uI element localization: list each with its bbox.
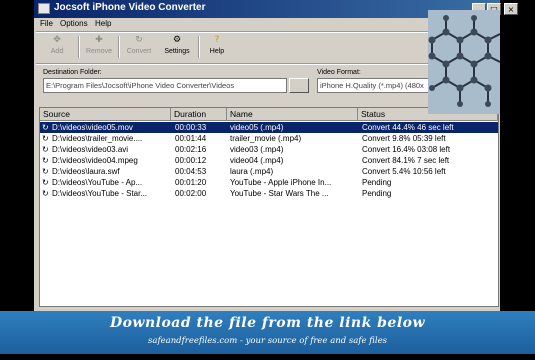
row-source: D:\videos\video03.avi bbox=[52, 145, 129, 154]
row-source: D:\videos\trailer_movie.... bbox=[52, 134, 143, 143]
row-duration: 00:01:44 bbox=[175, 134, 207, 143]
remove-icon: ✚ bbox=[95, 35, 103, 45]
column-header-source[interactable]: Source bbox=[40, 108, 171, 121]
convert-button[interactable]: ↻ Convert bbox=[120, 34, 158, 60]
video-file-icon: ↻ bbox=[42, 178, 49, 187]
close-icon[interactable]: × bbox=[504, 3, 518, 15]
menu-help[interactable]: Help bbox=[95, 19, 111, 28]
file-list: Source Duration Name Status ↻ D:\videos\… bbox=[39, 107, 499, 307]
row-duration: 00:01:20 bbox=[175, 178, 207, 187]
browse-button[interactable] bbox=[289, 78, 309, 93]
row-name: trailer_movie (.mp4) bbox=[230, 134, 302, 143]
row-duration: 00:00:33 bbox=[175, 123, 207, 132]
row-name: video04 (.mp4) bbox=[230, 156, 284, 165]
row-name: YouTube - Star Wars The ... bbox=[230, 189, 329, 198]
column-header-duration[interactable]: Duration bbox=[171, 108, 227, 121]
row-duration: 00:02:16 bbox=[175, 145, 207, 154]
row-source: D:\videos\video05.mov bbox=[52, 123, 133, 132]
row-name: laura (.mp4) bbox=[230, 167, 274, 176]
download-banner: Download the file from the link below sa… bbox=[0, 311, 535, 354]
settings-icon: ⚙ bbox=[172, 35, 182, 45]
add-icon: ✥ bbox=[53, 35, 61, 45]
table-row[interactable]: ↻ D:\videos\YouTube - Star... 00:02:00 Y… bbox=[40, 188, 498, 199]
video-format-label: Video Format: bbox=[317, 69, 361, 76]
convert-icon: ↻ bbox=[135, 35, 143, 45]
table-row[interactable]: ↻ D:\videos\laura.swf 00:04:53 laura (.m… bbox=[40, 166, 498, 177]
row-duration: 00:02:00 bbox=[175, 189, 207, 198]
window-title: Jocsoft iPhone Video Converter bbox=[54, 2, 206, 13]
toolbar: ✥ Add ✚ Remove ↻ Convert ⚙ Settings ? He… bbox=[38, 32, 438, 62]
table-row[interactable]: ↻ D:\videos\trailer_movie.... 00:01:44 t… bbox=[40, 133, 498, 144]
row-name: video03 (.mp4) bbox=[230, 145, 284, 154]
menu-bar: File Options Help bbox=[34, 18, 434, 32]
row-name: YouTube - Apple iPhone In... bbox=[230, 178, 332, 187]
table-row[interactable]: ↻ D:\videos\YouTube - Ap... 00:01:20 You… bbox=[40, 177, 498, 188]
menu-options[interactable]: Options bbox=[60, 19, 88, 28]
help-button[interactable]: ? Help bbox=[198, 34, 236, 60]
column-header-name[interactable]: Name bbox=[227, 108, 358, 121]
table-row[interactable]: ↻ D:\videos\video03.avi 00:02:16 video03… bbox=[40, 144, 498, 155]
row-status: Convert 84.1% 7 sec left bbox=[362, 156, 450, 165]
row-source: D:\videos\YouTube - Star... bbox=[52, 189, 148, 198]
row-source: D:\videos\YouTube - Ap... bbox=[52, 178, 143, 187]
row-status: Convert 9.8% 05:39 left bbox=[362, 134, 446, 143]
add-button[interactable]: ✥ Add bbox=[38, 34, 76, 60]
molecule-image bbox=[428, 10, 500, 114]
video-file-icon: ↻ bbox=[42, 145, 49, 154]
row-status: Pending bbox=[362, 178, 392, 187]
row-source: D:\videos\laura.swf bbox=[52, 167, 120, 176]
video-file-icon: ↻ bbox=[42, 167, 49, 176]
table-row[interactable]: ↻ D:\videos\video04.mpeg 00:00:12 video0… bbox=[40, 155, 498, 166]
video-preview bbox=[428, 10, 500, 114]
video-file-icon: ↻ bbox=[42, 156, 49, 165]
row-status: Convert 16.4% 03:08 left bbox=[362, 145, 451, 154]
table-row[interactable]: ↻ D:\videos\video05.mov 00:00:33 video05… bbox=[40, 122, 498, 133]
row-source: D:\videos\video04.mpeg bbox=[52, 156, 138, 165]
remove-button[interactable]: ✚ Remove bbox=[80, 34, 118, 60]
video-file-icon: ↻ bbox=[42, 134, 49, 143]
row-duration: 00:00:12 bbox=[175, 156, 207, 165]
help-icon: ? bbox=[214, 35, 220, 45]
settings-button[interactable]: ⚙ Settings bbox=[158, 34, 196, 60]
remove-label: Remove bbox=[85, 48, 113, 55]
add-label: Add bbox=[50, 48, 64, 55]
row-status: Pending bbox=[362, 189, 392, 198]
help-label: Help bbox=[209, 48, 225, 55]
row-duration: 00:04:53 bbox=[175, 167, 207, 176]
row-status: Convert 5.4% 10:56 left bbox=[362, 167, 446, 176]
convert-label: Convert bbox=[126, 48, 152, 55]
destination-label: Destination Folder: bbox=[43, 69, 102, 76]
video-file-icon: ↻ bbox=[42, 123, 49, 132]
destination-folder-input[interactable]: E:\Program Files\Jocsoft\iPhone Video Co… bbox=[43, 78, 287, 93]
banner-headline: Download the file from the link below bbox=[109, 315, 426, 331]
row-status: Convert 44.4% 46 sec left bbox=[362, 123, 454, 132]
video-file-icon: ↻ bbox=[42, 189, 49, 198]
settings-label: Settings bbox=[164, 48, 190, 55]
banner-subtext[interactable]: safeandfreefiles.com - your source of fr… bbox=[0, 336, 535, 346]
menu-file[interactable]: File bbox=[40, 19, 53, 28]
row-name: video05 (.mp4) bbox=[230, 123, 284, 132]
app-icon bbox=[38, 3, 50, 14]
